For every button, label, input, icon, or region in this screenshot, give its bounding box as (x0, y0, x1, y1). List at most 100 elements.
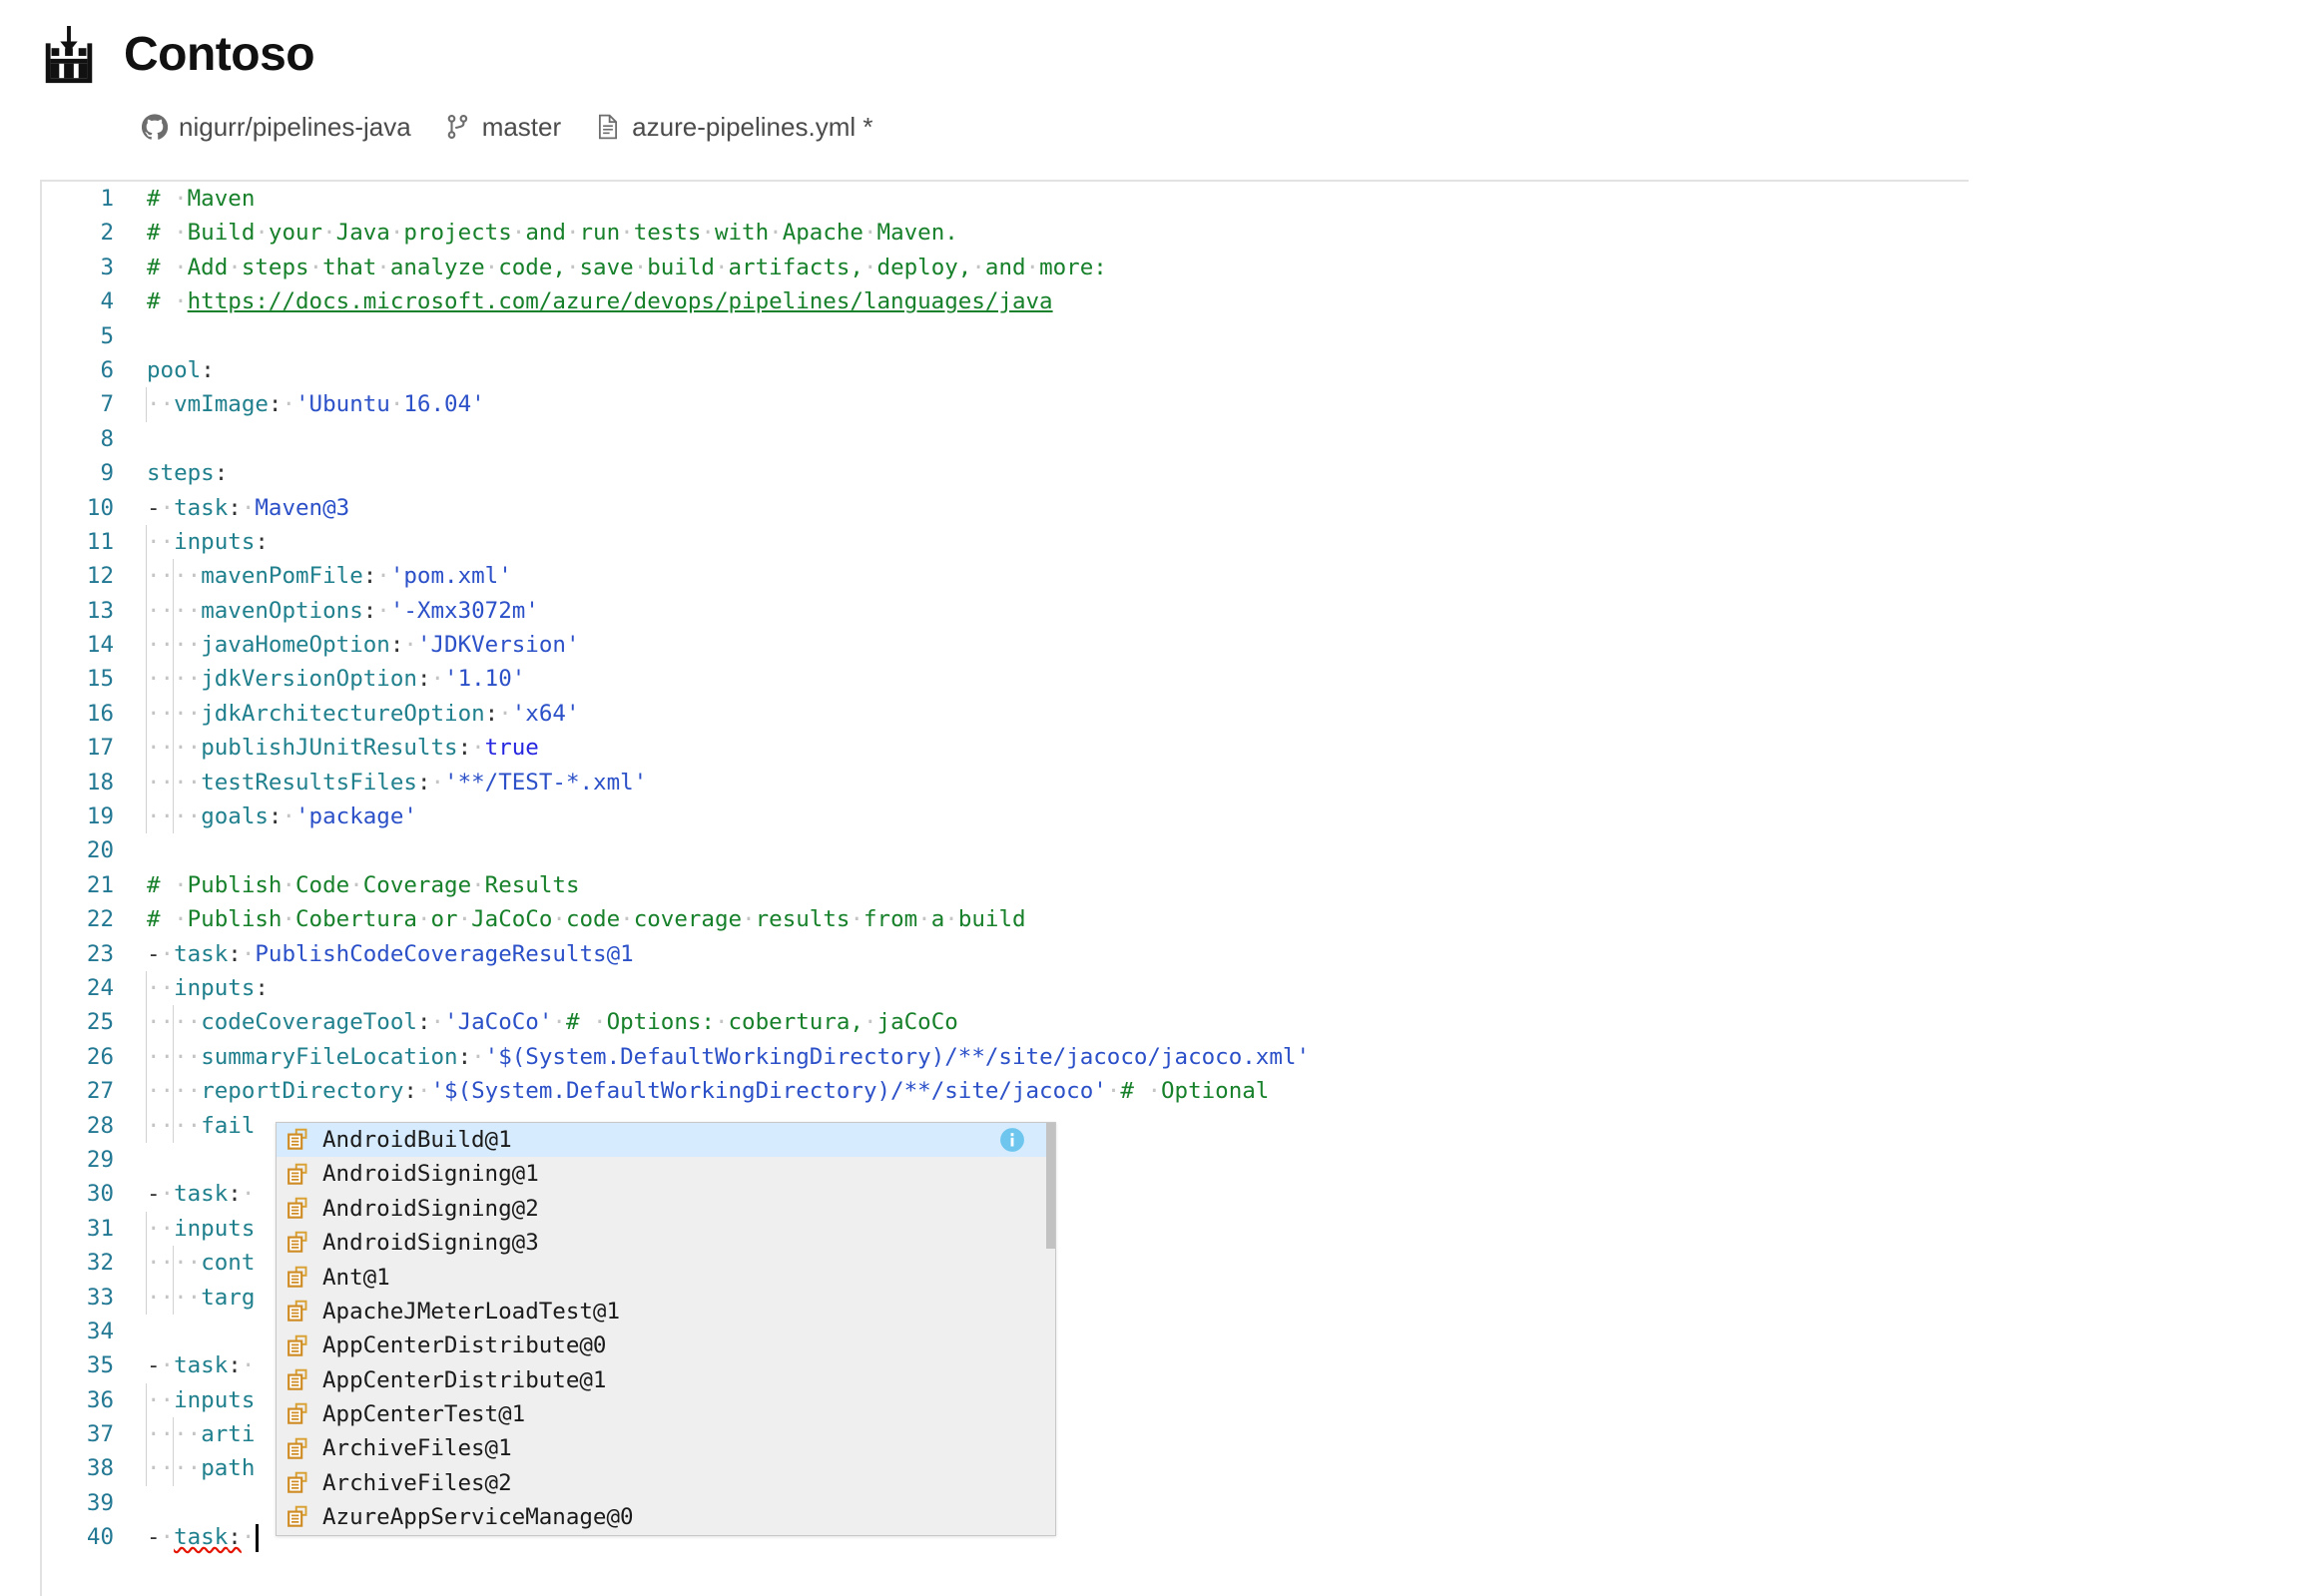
line-content[interactable]: ··inputs (146, 1211, 255, 1247)
breadcrumb-branch-label: master (481, 111, 562, 142)
line-content[interactable]: ····arti (146, 1417, 255, 1452)
code-line: 16 ····jdkArchitectureOption:·'x64' (42, 696, 1969, 732)
line-number: 19 (86, 803, 114, 830)
autocomplete-item-label: ApacheJMeterLoadTest@1 (322, 1298, 621, 1325)
line-content[interactable]: ····reportDirectory:·'$(System.DefaultWo… (146, 1074, 1269, 1109)
line-number: 7 (100, 391, 114, 418)
line-number: 12 (86, 563, 114, 590)
autocomplete-scrollbar[interactable] (1046, 1123, 1055, 1535)
line-content[interactable]: ··inputs (146, 1382, 255, 1418)
autocomplete-item[interactable]: AndroidSigning@2 (277, 1192, 1055, 1226)
autocomplete-item[interactable]: AzureAppServiceManage@0 (277, 1500, 1055, 1534)
doc-url-link[interactable]: https://docs.microsoft.com/azure/devops/… (188, 288, 1053, 314)
line-content[interactable]: ····mavenPomFile:·'pom.xml' (146, 559, 512, 594)
line-number: 38 (86, 1455, 114, 1482)
autocomplete-item[interactable]: AndroidSigning@1 (277, 1157, 1055, 1191)
autocomplete-item[interactable]: Ant@1 (277, 1261, 1055, 1295)
line-content[interactable]: ····cont (146, 1246, 255, 1281)
module-icon (288, 1197, 307, 1219)
page-header: Contoso nigurr/pipelines-java master azu… (0, 0, 2300, 172)
line-content[interactable]: ····targ (146, 1280, 255, 1315)
line-number: 14 (86, 632, 114, 659)
line-number: 32 (86, 1250, 114, 1277)
line-content[interactable]: ····fail (146, 1108, 255, 1143)
module-icon (288, 1437, 307, 1459)
line-content[interactable]: ····mavenOptions:·'-Xmx3072m' (146, 593, 539, 629)
line-content[interactable]: # ·Publish·Code·Coverage·Results (147, 868, 580, 902)
code-line: 14 ····javaHomeOption:·'JDKVersion' (42, 628, 1969, 663)
autocomplete-item-label: AppCenterTest@1 (322, 1401, 526, 1428)
autocomplete-scrollbar-thumb[interactable] (1046, 1123, 1055, 1249)
code-line: 20 (42, 833, 1969, 867)
line-number: 20 (86, 837, 114, 864)
line-content[interactable]: -·task:· (147, 1348, 255, 1382)
line-content[interactable]: ····jdkArchitectureOption:·'x64' (146, 696, 580, 732)
line-content[interactable]: ····codeCoverageTool:·'JaCoCo'·# ·Option… (146, 1005, 958, 1040)
breadcrumb-item-repository[interactable]: nigurr/pipelines-java (142, 112, 411, 143)
line-content[interactable]: pool: (147, 353, 215, 387)
info-icon[interactable] (999, 1127, 1025, 1153)
autocomplete-item[interactable]: AndroidSigning@3 (277, 1226, 1055, 1260)
line-content[interactable]: ··vmImage:·'Ubuntu·16.04' (146, 387, 485, 422)
breadcrumb-repository-label: nigurr/pipelines-java (179, 111, 411, 142)
line-number: 30 (86, 1181, 114, 1208)
autocomplete-item[interactable]: ArchiveFiles@2 (277, 1466, 1055, 1500)
module-icon (288, 1334, 307, 1356)
module-icon (288, 1471, 307, 1493)
code-line: 11 ··inputs: (42, 524, 1969, 560)
autocomplete-item[interactable]: ArchiveFiles@1 (277, 1432, 1055, 1466)
line-number: 10 (86, 494, 114, 521)
line-content[interactable]: ····path (146, 1451, 255, 1486)
module-icon (288, 1232, 307, 1254)
line-content[interactable]: -·task:· (140, 1513, 1664, 1554)
line-number: 18 (86, 769, 114, 796)
line-number: 24 (86, 974, 114, 1001)
brand-row: Contoso (38, 24, 315, 86)
line-content[interactable]: ····summaryFileLocation:·'$(System.Defau… (146, 1039, 1310, 1075)
module-icon (288, 1368, 307, 1390)
branch-icon (447, 115, 467, 139)
autocomplete-item-label: AndroidBuild@1 (322, 1126, 512, 1153)
autocomplete-item-label: Ant@1 (322, 1264, 390, 1291)
breadcrumb-item-branch[interactable]: master (445, 112, 561, 143)
autocomplete-item[interactable]: ApacheJMeterLoadTest@1 (277, 1295, 1055, 1329)
autocomplete-item[interactable]: AppCenterTest@1 (277, 1397, 1055, 1431)
line-content[interactable]: # ·Publish·Cobertura·or·JaCoCo·code·cove… (147, 902, 1026, 936)
line-content[interactable]: # ·https://docs.microsoft.com/azure/devo… (147, 284, 1053, 318)
line-content[interactable]: -·task:·PublishCodeCoverageResults@1 (147, 937, 634, 971)
line-content[interactable]: steps: (147, 456, 228, 490)
line-content[interactable]: -·task:·Maven@3 (147, 491, 349, 525)
line-number: 27 (86, 1078, 114, 1105)
line-number: 21 (86, 871, 114, 898)
line-content[interactable]: ··inputs: (146, 970, 269, 1006)
line-number: 40 (86, 1524, 114, 1551)
text-caret (256, 1523, 260, 1552)
line-content[interactable]: # ·Build·your·Java·projects·and·run·test… (147, 216, 958, 250)
breadcrumb-file-label: azure-pipelines.yml * (632, 111, 873, 142)
line-content[interactable]: # ·Add·steps·that·analyze·code,·save·bui… (147, 251, 1107, 284)
autocomplete-popup[interactable]: AndroidBuild@1 AndroidSigning@1 AndroidS… (276, 1122, 1056, 1536)
autocomplete-item[interactable]: AppCenterDistribute@0 (277, 1329, 1055, 1362)
module-icon (288, 1300, 307, 1322)
autocomplete-item-label: AndroidSigning@1 (322, 1161, 539, 1188)
breadcrumb: nigurr/pipelines-java master azure-pipel… (142, 110, 872, 144)
code-line: 21 # ·Publish·Code·Coverage·Results (42, 868, 1969, 902)
line-number: 8 (100, 425, 114, 452)
line-content[interactable]: ····javaHomeOption:·'JDKVersion' (146, 628, 580, 663)
code-line: 17 ····publishJUnitResults:·true (42, 731, 1969, 766)
line-number: 35 (86, 1352, 114, 1379)
breadcrumb-item-file[interactable]: azure-pipelines.yml * (595, 112, 872, 143)
module-icon (288, 1266, 307, 1288)
line-content[interactable]: ····testResultsFiles:·'**/TEST-*.xml' (146, 765, 647, 800)
autocomplete-item[interactable]: AppCenterDistribute@1 (277, 1363, 1055, 1397)
module-icon (288, 1403, 307, 1425)
line-content[interactable]: ··inputs: (146, 524, 269, 560)
line-content[interactable]: # ·Maven (147, 182, 255, 216)
line-content[interactable]: ····publishJUnitResults:·true (146, 731, 539, 766)
line-content[interactable]: ····jdkVersionOption:·'1.10' (146, 662, 525, 697)
code-line: 8 (42, 422, 1969, 456)
line-content[interactable]: ····goals:·'package' (146, 799, 417, 834)
line-content[interactable]: -·task:· (147, 1177, 255, 1211)
autocomplete-item[interactable]: AndroidBuild@1 (277, 1123, 1055, 1158)
code-line: 23 -·task:·PublishCodeCoverageResults@1 (42, 937, 1969, 971)
